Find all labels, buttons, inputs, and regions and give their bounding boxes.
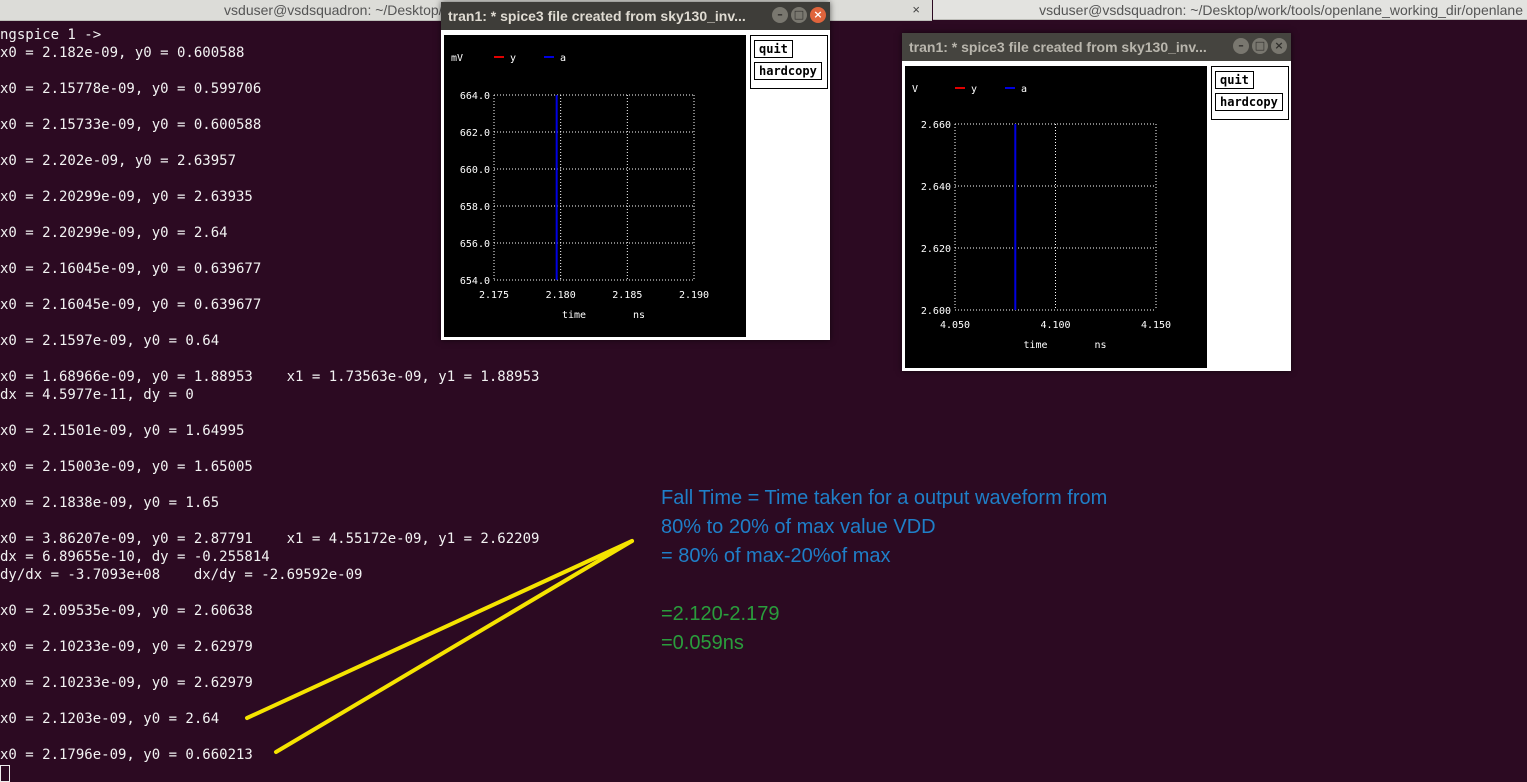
legend-label-a: a <box>560 53 566 64</box>
plot-window-1-titlebar[interactable]: tran1: * spice3 file created from sky130… <box>441 2 830 30</box>
x-tick-label: 2.175 <box>479 290 509 301</box>
terminal-line: dx = 4.5977e-11, dy = 0 <box>0 387 194 403</box>
terminal-line: x0 = 2.15003e-09, y0 = 1.65005 <box>0 459 253 475</box>
x-tick-label: 2.180 <box>546 290 576 301</box>
plot-1-canvas[interactable]: mV y a 2.175 2.180 2.185 2.190 654.0 656.0 658.0 6… <box>444 35 746 337</box>
y-tick-label: 2.600 <box>921 306 951 317</box>
y-tick-label: 654.0 <box>460 276 490 287</box>
plot-2-chart: Vy a 4.050 4.100 4.150 2.600 2.620 2.640 2.660 ti… <box>912 84 1171 351</box>
terminal-cursor-line[interactable] <box>0 764 900 782</box>
terminal-cursor <box>0 764 10 782</box>
terminal-line: x0 = 2.10233e-09, y0 = 2.62979 <box>0 675 253 691</box>
terminal-titlebar-right[interactable]: vsduser@vsdsquadron: ~/Desktop/work/tool… <box>933 0 1527 20</box>
plot-window-1[interactable]: tran1: * spice3 file created from sky130… <box>441 2 830 340</box>
minimize-icon[interactable]: – <box>1233 38 1249 54</box>
plot-1-chart: mV y a 2.175 2.180 2.185 2.190 654.0 656.0 658.0 6… <box>451 53 709 321</box>
legend-label-y: y <box>510 53 516 64</box>
terminal-title-right: vsduser@vsdsquadron: ~/Desktop/work/tool… <box>1039 2 1523 18</box>
y-tick-label: 2.640 <box>921 182 951 193</box>
y-tick-label: 658.0 <box>460 202 490 213</box>
hardcopy-button[interactable]: hardcopy <box>754 62 822 80</box>
terminal-line: x0 = 2.1796e-09, y0 = 0.660213 <box>0 747 253 763</box>
close-icon[interactable]: × <box>1271 38 1287 54</box>
y-tick-label: 656.0 <box>460 239 490 250</box>
plot-window-1-title: tran1: * spice3 file created from sky130… <box>448 8 746 24</box>
y-tick-label: 660.0 <box>460 165 490 176</box>
x-axis-unit: ns <box>1094 340 1106 351</box>
plot-window-2-titlebar[interactable]: tran1: * spice3 file created from sky130… <box>902 33 1291 61</box>
x-axis-label: time <box>562 310 586 321</box>
legend-label-a: a <box>1021 84 1027 95</box>
maximize-icon[interactable]: □ <box>1252 38 1268 54</box>
fall-time-annotation: Fall Time = Time taken for a output wave… <box>661 484 1221 658</box>
terminal-line: x0 = 2.1501e-09, y0 = 1.64995 <box>0 423 245 439</box>
x-axis-unit: ns <box>633 310 645 321</box>
plot-1-button-panel: quit hardcopy <box>750 35 828 89</box>
hardcopy-button[interactable]: hardcopy <box>1215 93 1283 111</box>
terminal-close-icon[interactable]: × <box>912 0 920 20</box>
maximize-icon[interactable]: □ <box>791 7 807 23</box>
close-icon[interactable]: × <box>810 7 826 23</box>
annotation-line-1: Fall Time = Time taken for a output wave… <box>661 487 1108 509</box>
legend-label-y: y <box>971 84 977 95</box>
y-tick-label: 664.0 <box>460 91 490 102</box>
plot-window-2[interactable]: tran1: * spice3 file created from sky130… <box>902 33 1291 371</box>
minimize-icon[interactable]: – <box>772 7 788 23</box>
x-tick-label: 2.190 <box>679 290 709 301</box>
plot-2-canvas[interactable]: Vy a 4.050 4.100 4.150 2.600 2.620 2.640 2.660 ti… <box>905 66 1207 368</box>
x-tick-label: 2.185 <box>612 290 642 301</box>
annotation-line-3: = 80% of max-20%of max <box>661 545 891 567</box>
plot-2-button-panel: quit hardcopy <box>1211 66 1289 120</box>
y-unit-label: V <box>912 84 918 95</box>
annotation-line-2: 80% to 20% of max value VDD <box>661 516 936 538</box>
y-tick-label: 662.0 <box>460 128 490 139</box>
x-axis-label: time <box>1023 340 1047 351</box>
x-tick-label: 4.150 <box>1141 320 1171 331</box>
y-tick-label: 2.660 <box>921 120 951 131</box>
quit-button[interactable]: quit <box>754 40 793 58</box>
y-unit-label: mV <box>451 53 463 64</box>
quit-button[interactable]: quit <box>1215 71 1254 89</box>
terminal-line: x0 = 1.68966e-09, y0 = 1.88953 x1 = 1.73… <box>0 369 540 385</box>
x-tick-label: 4.100 <box>1040 320 1070 331</box>
annotation-line-4: =2.120-2.179 <box>661 603 780 625</box>
annotation-line-5: =0.059ns <box>661 632 744 654</box>
terminal-line: x0 = 2.1203e-09, y0 = 2.64 <box>0 711 220 727</box>
plot-window-2-title: tran1: * spice3 file created from sky130… <box>909 39 1207 55</box>
x-tick-label: 4.050 <box>940 320 970 331</box>
y-tick-label: 2.620 <box>921 244 951 255</box>
